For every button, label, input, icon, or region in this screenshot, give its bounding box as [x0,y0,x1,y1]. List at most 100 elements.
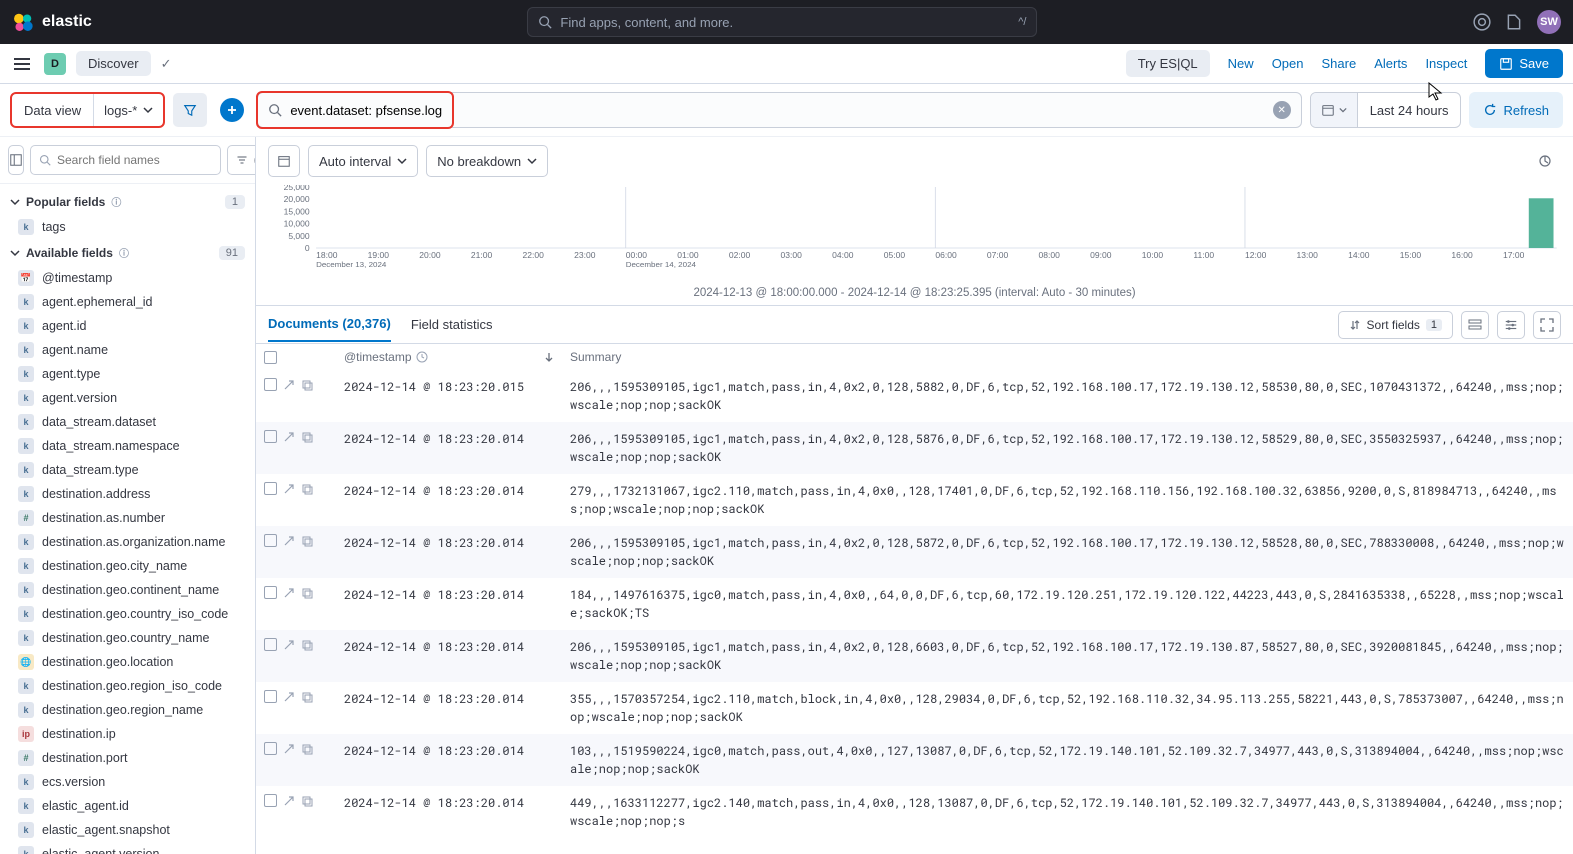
field-item[interactable]: kdata_stream.namespace [0,434,255,458]
expand-icon[interactable] [283,431,295,443]
newsfeed-icon[interactable] [1505,13,1523,31]
breakdown-selector[interactable]: No breakdown [426,145,548,177]
table-row[interactable]: 2024-12-14 @ 18:23:20.014 184,,,14976163… [256,578,1573,630]
row-checkbox[interactable] [264,794,277,807]
row-checkbox[interactable] [264,534,277,547]
field-search-input[interactable] [30,145,221,175]
field-item[interactable]: kdestination.geo.city_name [0,554,255,578]
copy-icon[interactable] [301,535,313,547]
field-group-header[interactable]: Popular fieldsⓘ1 [0,188,255,215]
table-row[interactable]: 2024-12-14 @ 18:23:20.014 206,,,15953091… [256,422,1573,474]
copy-icon[interactable] [301,743,313,755]
sort-fields-button[interactable]: Sort fields 1 [1338,311,1453,339]
copy-icon[interactable] [301,587,313,599]
field-item[interactable]: 📅@timestamp [0,266,255,290]
field-item[interactable]: kagent.type [0,362,255,386]
field-item[interactable]: kdestination.geo.country_iso_code [0,602,255,626]
field-item[interactable]: kagent.id [0,314,255,338]
save-button[interactable]: Save [1485,49,1563,78]
col-header-timestamp[interactable]: @timestamp [344,350,412,364]
row-checkbox[interactable] [264,638,277,651]
nav-menu-button[interactable] [10,52,34,76]
field-item[interactable]: kelastic_agent.version [0,842,255,854]
histogram-chart[interactable]: 25,00020,00015,00010,0005,000018:0019:00… [256,185,1573,285]
user-avatar[interactable]: SW [1537,10,1561,34]
table-row[interactable]: 2024-12-14 @ 18:23:20.014 206,,,15953091… [256,526,1573,578]
field-group-header[interactable]: Available fieldsⓘ91 [0,239,255,266]
expand-icon[interactable] [283,587,295,599]
table-row[interactable]: 2024-12-14 @ 18:23:20.014 103,,,15195902… [256,734,1573,786]
field-item[interactable]: kdestination.geo.country_name [0,626,255,650]
table-row[interactable]: 2024-12-14 @ 18:23:20.015 206,,,15953091… [256,370,1573,422]
field-item[interactable]: kdata_stream.type [0,458,255,482]
copy-icon[interactable] [301,795,313,807]
filter-button[interactable] [173,93,207,127]
table-row[interactable]: 2024-12-14 @ 18:23:20.014 279,,,17321310… [256,474,1573,526]
interval-selector[interactable]: Auto interval [308,145,418,177]
refresh-button[interactable]: Refresh [1469,92,1563,128]
data-view-selector[interactable]: Data view logs-* [10,92,165,128]
global-search-input[interactable]: Find apps, content, and more. ^/ [527,7,1037,37]
toggle-chart-button[interactable] [268,145,300,177]
tab-field-stats[interactable]: Field statistics [411,308,493,341]
add-filter-button[interactable] [220,98,244,122]
new-link[interactable]: New [1228,56,1254,71]
toggle-sidebar-button[interactable] [8,145,24,175]
logo[interactable]: elastic [12,11,92,33]
expand-icon[interactable] [283,483,295,495]
copy-icon[interactable] [301,431,313,443]
app-name-breadcrumb[interactable]: Discover [76,51,151,76]
time-range-picker[interactable]: Last 24 hours [1310,92,1462,128]
field-filter-button[interactable]: 0 [227,145,256,175]
row-checkbox[interactable] [264,430,277,443]
settings-button[interactable] [1497,311,1525,339]
field-item[interactable]: kelastic_agent.snapshot [0,818,255,842]
share-link[interactable]: Share [1322,56,1357,71]
copy-icon[interactable] [301,691,313,703]
open-link[interactable]: Open [1272,56,1304,71]
field-item[interactable]: #destination.as.number [0,506,255,530]
field-item[interactable]: kecs.version [0,770,255,794]
alerts-link[interactable]: Alerts [1374,56,1407,71]
row-checkbox[interactable] [264,378,277,391]
row-checkbox[interactable] [264,482,277,495]
field-item[interactable]: kagent.name [0,338,255,362]
try-esql-button[interactable]: Try ES|QL [1126,50,1210,77]
expand-icon[interactable] [283,691,295,703]
inspect-link[interactable]: Inspect [1425,56,1467,71]
copy-icon[interactable] [301,379,313,391]
row-checkbox[interactable] [264,586,277,599]
field-search-text[interactable] [57,153,212,167]
help-icon[interactable] [1473,13,1491,31]
row-checkbox[interactable] [264,690,277,703]
col-header-summary[interactable]: Summary [562,344,1573,370]
field-item[interactable]: 🌐destination.geo.location [0,650,255,674]
clear-query-button[interactable]: ✕ [1273,101,1291,119]
field-item[interactable]: kdestination.geo.region_iso_code [0,674,255,698]
field-item[interactable]: ktags [0,215,255,239]
display-options-button[interactable] [1461,311,1489,339]
table-row[interactable]: 2024-12-14 @ 18:23:20.014 355,,,15703572… [256,682,1573,734]
field-item[interactable]: kagent.version [0,386,255,410]
table-row[interactable]: 2024-12-14 @ 18:23:20.014 449,,,16331122… [256,786,1573,838]
table-row[interactable]: 2024-12-14 @ 18:23:20.014 206,,,15953091… [256,630,1573,682]
select-all-checkbox[interactable] [264,351,277,364]
tab-documents[interactable]: Documents (20,376) [268,307,391,342]
expand-icon[interactable] [283,743,295,755]
query-input[interactable] [290,103,1264,118]
field-item[interactable]: ipdestination.ip [0,722,255,746]
lens-edit-button[interactable] [1529,145,1561,177]
sort-desc-icon[interactable] [544,352,554,362]
expand-icon[interactable] [283,379,295,391]
copy-icon[interactable] [301,639,313,651]
fullscreen-button[interactable] [1533,311,1561,339]
copy-icon[interactable] [301,483,313,495]
field-item[interactable]: #destination.port [0,746,255,770]
row-checkbox[interactable] [264,742,277,755]
expand-icon[interactable] [283,535,295,547]
expand-icon[interactable] [283,795,295,807]
field-item[interactable]: kdestination.address [0,482,255,506]
space-selector[interactable]: D [44,53,66,75]
field-item[interactable]: kdestination.geo.continent_name [0,578,255,602]
field-item[interactable]: kagent.ephemeral_id [0,290,255,314]
